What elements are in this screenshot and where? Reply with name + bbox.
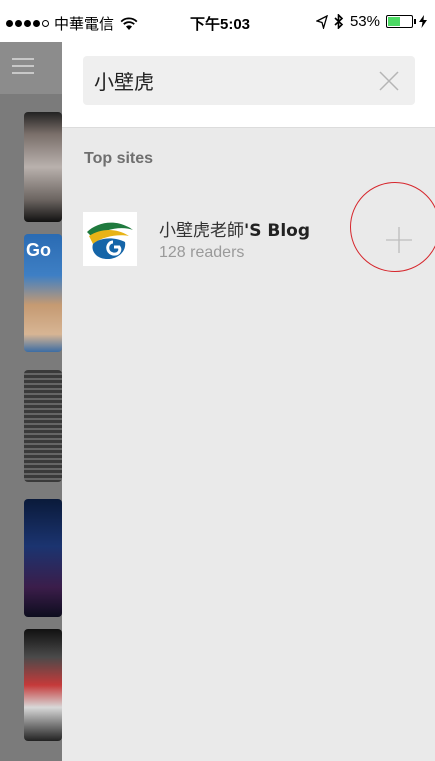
feed-thumbnail[interactable] bbox=[24, 499, 62, 617]
carrier-name: 中華電信 bbox=[54, 16, 115, 33]
location-arrow-icon bbox=[315, 14, 328, 29]
signal-dot bbox=[15, 20, 22, 27]
site-reader-count: 128 readers bbox=[159, 244, 245, 261]
battery-icon bbox=[386, 15, 416, 28]
search-panel: Top sites 小壁虎老師'S Blog 128 readers bbox=[62, 42, 435, 761]
signal-dot bbox=[33, 20, 40, 27]
signal-dot-empty bbox=[42, 20, 49, 27]
feed-thumbnail[interactable] bbox=[24, 370, 62, 482]
site-name: 小壁虎老師'S Blog bbox=[159, 216, 310, 241]
feed-thumbnail[interactable] bbox=[24, 629, 62, 741]
signal-dot bbox=[6, 20, 13, 27]
signal-strength-icon bbox=[6, 20, 49, 27]
clear-search-button[interactable] bbox=[369, 61, 409, 101]
screen: 中華電信 下午5:03 53% Go 小壁虎 Top sites 小壁虎老師'S… bbox=[0, 0, 435, 761]
feed-thumbnail[interactable]: Go bbox=[24, 234, 62, 352]
status-bar: 中華電信 下午5:03 53% bbox=[0, 0, 435, 42]
feed-thumbnail[interactable] bbox=[24, 112, 62, 222]
site-logo bbox=[83, 212, 137, 266]
background-top-bar bbox=[0, 42, 62, 94]
section-title-top-sites: Top sites bbox=[84, 150, 154, 167]
feed-thumbnail-label: Go bbox=[26, 240, 51, 260]
battery-percent: 53% bbox=[349, 13, 380, 30]
search-input[interactable] bbox=[83, 68, 369, 93]
status-left: 中華電信 bbox=[6, 13, 138, 34]
clock: 下午5:03 bbox=[190, 16, 251, 33]
search-box[interactable] bbox=[83, 56, 415, 105]
bluetooth-icon bbox=[334, 14, 344, 29]
plus-icon bbox=[386, 227, 412, 253]
site-result-item[interactable]: 小壁虎老師'S Blog 128 readers bbox=[62, 182, 435, 284]
signal-dot bbox=[24, 20, 31, 27]
hamburger-menu-icon[interactable] bbox=[12, 58, 34, 79]
battery-fill bbox=[388, 17, 401, 26]
search-header bbox=[62, 42, 435, 128]
status-right: 53% bbox=[315, 13, 427, 30]
background-feed-list: Go bbox=[0, 94, 62, 761]
wifi-icon bbox=[120, 17, 138, 30]
add-site-button[interactable] bbox=[382, 223, 416, 257]
background-feed: Go bbox=[0, 42, 62, 761]
site-name-regular: 小壁虎老師 bbox=[159, 221, 244, 241]
site-logo-image bbox=[83, 212, 137, 266]
charging-bolt-icon bbox=[419, 15, 427, 28]
close-icon bbox=[379, 70, 399, 91]
site-name-bold: 'S Blog bbox=[244, 221, 310, 241]
